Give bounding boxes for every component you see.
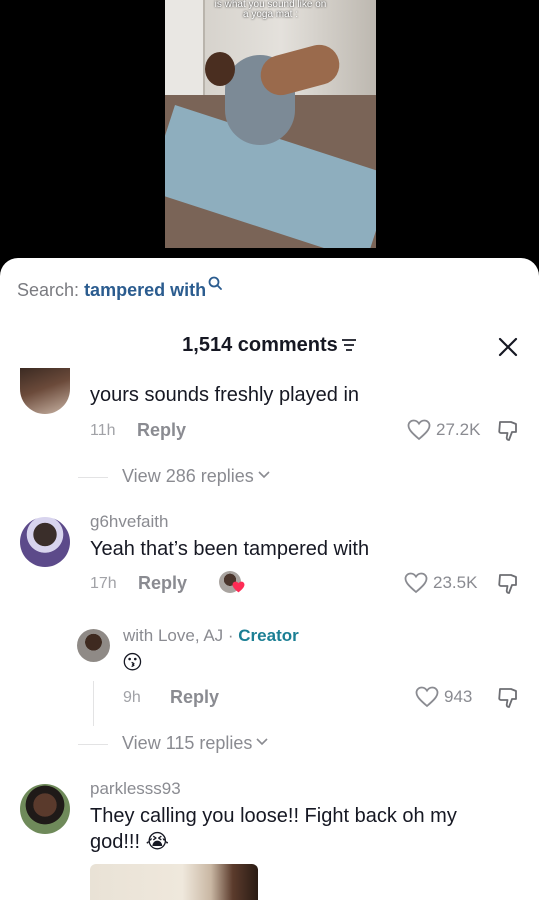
comment-image-attachment[interactable] [90,864,258,900]
dislike-icon[interactable] [496,419,520,443]
video-person-head [205,52,235,86]
dislike-icon[interactable] [496,686,520,710]
heart-icon [415,686,439,708]
comments-header: 1,514 comments [0,334,539,357]
like-count: 943 [444,687,473,706]
reply-time: 9h [123,689,141,706]
search-suggestion[interactable]: Search: tampered with [17,276,222,301]
replies-divider [78,744,108,745]
video-caption-line-2: a yoga mat : [242,9,299,20]
search-term[interactable]: tampered with [84,280,206,300]
heart-icon [407,419,431,441]
like-button[interactable]: 27.2K [407,419,480,441]
comment-text-end: god!!! [90,831,141,853]
filter-icon[interactable] [341,338,357,352]
crying-emoji: 😭 [145,831,169,853]
view-replies-label: View 286 replies [122,466,254,486]
comment-time: 11h [90,422,116,439]
creator-label: Creator [238,626,299,645]
comments-sheet: Search: tampered with 1,514 comments you… [0,258,539,900]
like-count: 27.2K [436,420,481,439]
avatar[interactable] [20,517,70,567]
reply-button[interactable]: Reply [138,573,187,594]
like-button[interactable]: 943 [415,686,472,708]
creator-liked-badge [219,571,245,595]
reply-button[interactable]: Reply [137,420,186,441]
replies-divider [78,477,108,478]
video-area[interactable]: is what you sound like on a yoga mat : [0,0,539,275]
heart-icon [404,572,428,594]
reply-button[interactable]: Reply [170,687,219,708]
dislike-icon[interactable] [496,572,520,596]
comments-count: 1,514 comments [182,334,338,356]
reply-username[interactable]: with Love, AJ · Creator [123,626,299,646]
reply-author: with Love, AJ [123,626,224,645]
chevron-down-icon [258,471,270,479]
video-caption: is what you sound like on a yoga mat : [165,0,376,20]
view-replies-label: View 115 replies [122,733,253,753]
reply-text-emoji: 😗 [122,652,143,674]
like-count: 23.5K [433,573,478,592]
avatar[interactable] [20,784,70,834]
comment-username[interactable]: parklesss93 [90,779,181,799]
reply-separator: · [223,626,239,645]
search-icon[interactable] [208,276,222,290]
chevron-down-icon [256,738,268,746]
heart-icon [232,581,245,593]
comment-username[interactable]: g6hvefaith [90,512,168,532]
comment-text: Yeah that’s been tampered with [90,538,370,560]
comment-text-line-2: god!!! 😭 [90,829,169,855]
view-replies-button[interactable]: View 286 replies [122,466,270,487]
view-replies-button[interactable]: View 115 replies [122,733,268,754]
like-button[interactable]: 23.5K [404,572,477,594]
comment-time: 17h [90,575,117,592]
close-icon[interactable] [497,336,519,358]
avatar[interactable] [77,629,110,662]
avatar[interactable] [20,368,70,414]
comment-text: yours sounds freshly played in [90,384,360,406]
search-prefix: Search: [17,280,80,300]
video-thumbnail[interactable]: is what you sound like on a yoga mat : [165,0,376,248]
thread-line [93,681,94,726]
comment-text-line-1: They calling you loose!! Fight back oh m… [90,805,457,827]
